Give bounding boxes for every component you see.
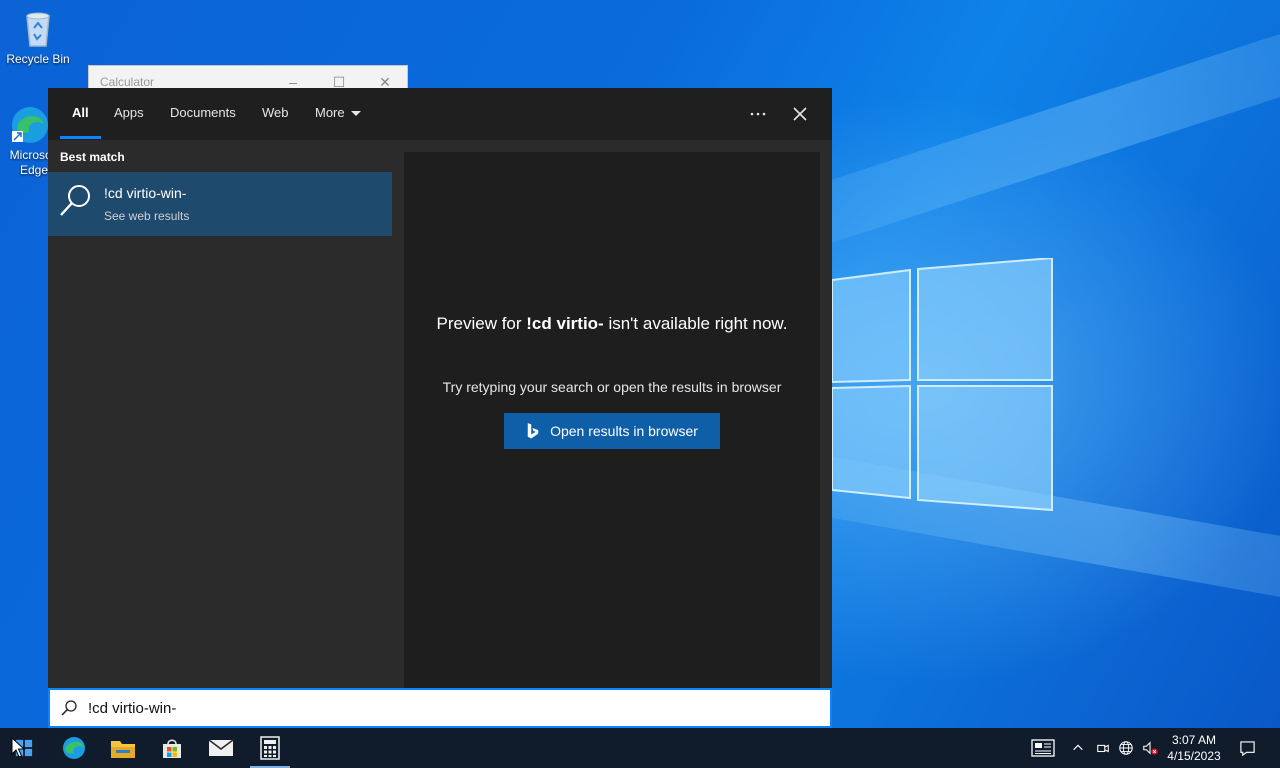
best-match-title: !cd virtio-win- <box>104 185 187 201</box>
preview-message-prefix: Preview for <box>436 314 527 333</box>
preview-pane: Preview for !cd virtio- isn't available … <box>404 152 820 688</box>
search-icon <box>60 699 78 717</box>
search-input[interactable] <box>88 695 788 721</box>
volume-muted-icon <box>1143 741 1158 755</box>
store-icon <box>163 739 181 758</box>
globe-icon <box>1119 741 1133 755</box>
open-results-in-browser-button[interactable]: Open results in browser <box>504 413 720 449</box>
tab-more[interactable]: More <box>315 105 361 120</box>
taskbar-edge[interactable] <box>50 728 98 768</box>
network-button[interactable] <box>1116 738 1136 758</box>
open-results-label: Open results in browser <box>550 423 698 439</box>
edge-icon <box>63 737 85 759</box>
taskbar-store[interactable] <box>148 728 196 768</box>
desktop-icon-recycle-bin[interactable]: Recycle Bin <box>0 8 76 66</box>
taskbar-calculator[interactable] <box>246 728 294 768</box>
volume-button[interactable] <box>1140 738 1160 758</box>
search-icon <box>58 182 94 218</box>
caret-down-icon <box>350 111 361 117</box>
taskbar-file-explorer[interactable] <box>99 728 147 768</box>
preview-message-query: !cd virtio- <box>526 314 604 333</box>
show-hidden-icons-button[interactable] <box>1068 738 1088 758</box>
windows-logo-wallpaper <box>831 256 1054 512</box>
search-tabs: All Apps Documents Web More <box>48 88 832 140</box>
mail-icon <box>208 739 234 756</box>
tab-more-label: More <box>315 105 345 120</box>
clock-time: 3:07 AM <box>1171 733 1217 747</box>
more-options-button[interactable] <box>746 102 770 126</box>
desktop-icon-label: Recycle Bin <box>6 52 70 66</box>
tab-documents[interactable]: Documents <box>170 105 236 120</box>
close-icon <box>793 107 807 121</box>
clock-date: 4/15/2023 <box>1167 749 1221 763</box>
news-widget-button[interactable] <box>1030 738 1056 758</box>
action-center-button[interactable] <box>1237 738 1257 758</box>
best-match-item[interactable]: !cd virtio-win- See web results <box>48 172 392 236</box>
recycle-bin-icon <box>17 8 59 50</box>
taskbar: 3:07 AM 4/15/2023 <box>0 728 1280 768</box>
meet-now-button[interactable] <box>1093 738 1113 758</box>
bing-icon <box>527 423 539 439</box>
results-pane: Best match !cd virtio-win- See web resul… <box>48 140 392 688</box>
preview-message-suffix: isn't available right now. <box>603 314 788 333</box>
chevron-up-icon <box>1073 744 1083 751</box>
best-match-heading: Best match <box>60 150 125 164</box>
news-icon <box>1031 739 1055 757</box>
active-tab-indicator <box>60 136 101 139</box>
tab-apps[interactable]: Apps <box>114 105 144 120</box>
close-search-button[interactable] <box>788 102 812 126</box>
camera-icon <box>1097 744 1109 753</box>
preview-message: Preview for !cd virtio- isn't available … <box>424 312 800 336</box>
edge-icon <box>9 104 51 146</box>
notification-icon <box>1239 740 1255 756</box>
tab-all[interactable]: All <box>72 105 89 120</box>
calculator-icon <box>260 736 280 760</box>
mouse-cursor-icon <box>11 737 25 758</box>
tab-web[interactable]: Web <box>262 105 289 120</box>
best-match-subtitle: See web results <box>104 209 190 223</box>
search-panel: All Apps Documents Web More Best match !… <box>48 88 832 688</box>
window-title: Calculator <box>100 75 155 89</box>
taskbar-mail[interactable] <box>197 728 245 768</box>
search-box[interactable] <box>48 688 832 728</box>
folder-icon <box>111 741 135 758</box>
ellipsis-icon <box>750 112 766 116</box>
preview-hint: Try retyping your search or open the res… <box>442 379 782 395</box>
taskbar-clock[interactable]: 3:07 AM 4/15/2023 <box>1162 732 1226 764</box>
